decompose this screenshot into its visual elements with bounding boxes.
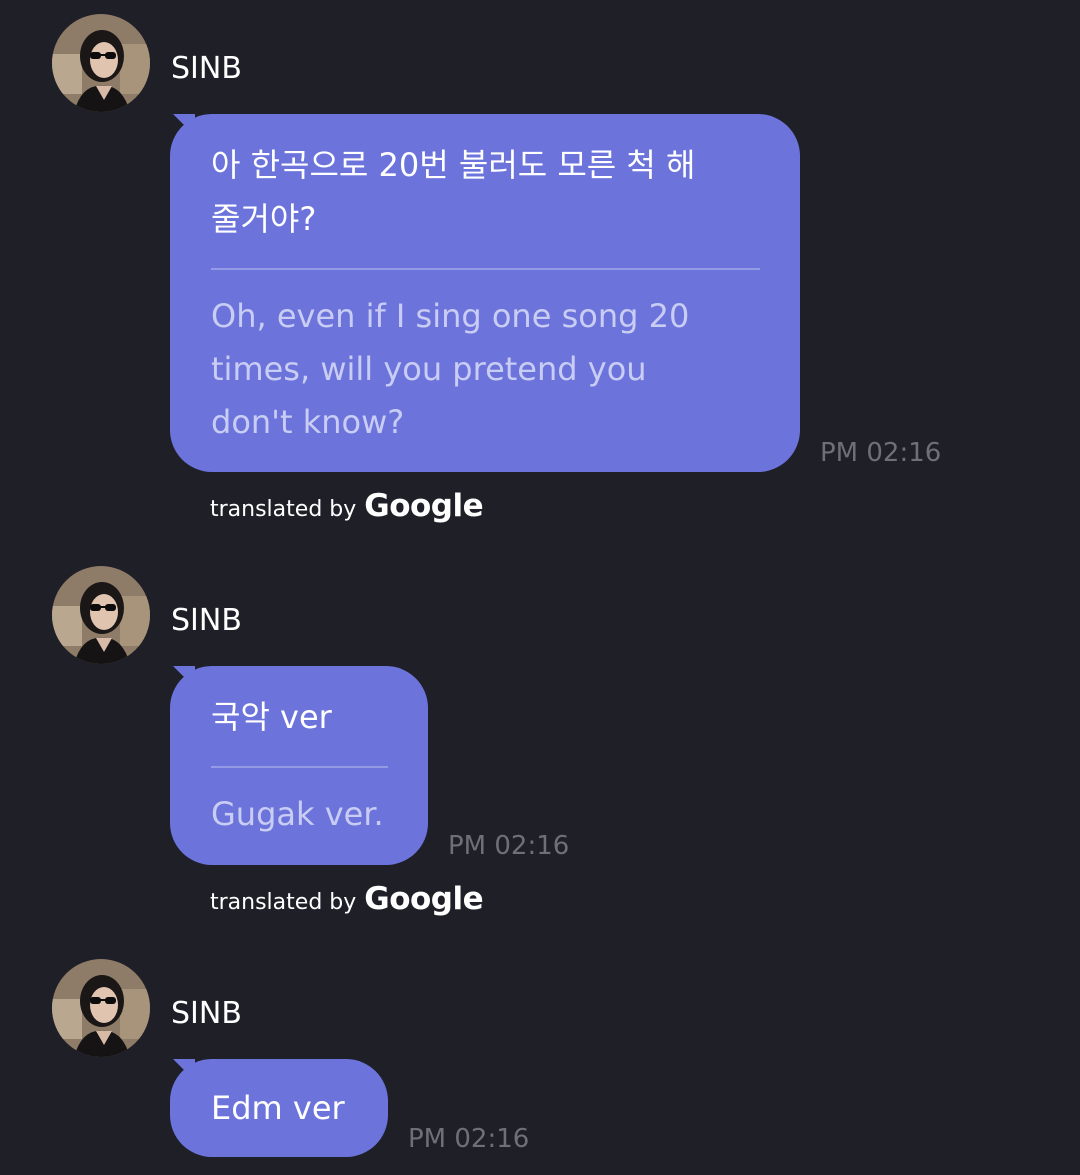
sender-name: SINB xyxy=(171,996,242,1031)
message-timestamp: PM 02:16 xyxy=(408,1124,530,1154)
message-bubble[interactable]: Edm ver xyxy=(170,1059,388,1157)
message-timestamp: PM 02:16 xyxy=(448,831,570,861)
translation-divider xyxy=(211,766,388,768)
message-bubble[interactable]: 아 한곡으로 20번 불러도 모른 척 해 줄거야? Oh, even if I… xyxy=(170,114,800,472)
original-text: Edm ver xyxy=(211,1089,345,1127)
avatar[interactable] xyxy=(52,959,150,1057)
translation-attribution[interactable]: translated by Google xyxy=(210,488,484,528)
avatar[interactable] xyxy=(52,566,150,664)
translated-text: Gugak ver. xyxy=(211,795,384,833)
sender-name: SINB xyxy=(171,603,242,638)
attribution-label: translated by xyxy=(210,497,357,522)
message-timestamp: PM 02:16 xyxy=(820,438,942,468)
google-logo: Google xyxy=(364,881,484,917)
attribution-label: translated by xyxy=(210,890,357,915)
translation-divider xyxy=(211,268,760,270)
translated-text: Oh, even if I sing one song 20 times, wi… xyxy=(211,297,690,441)
message-bubble[interactable]: 국악 ver Gugak ver. xyxy=(170,666,428,865)
original-text: 아 한곡으로 20번 불러도 모른 척 해 줄거야? xyxy=(211,146,696,238)
original-text: 국악 ver xyxy=(211,698,332,736)
google-logo: Google xyxy=(364,488,484,524)
translation-attribution[interactable]: translated by Google xyxy=(210,881,484,921)
avatar[interactable] xyxy=(52,14,150,112)
sender-name: SINB xyxy=(171,51,242,86)
